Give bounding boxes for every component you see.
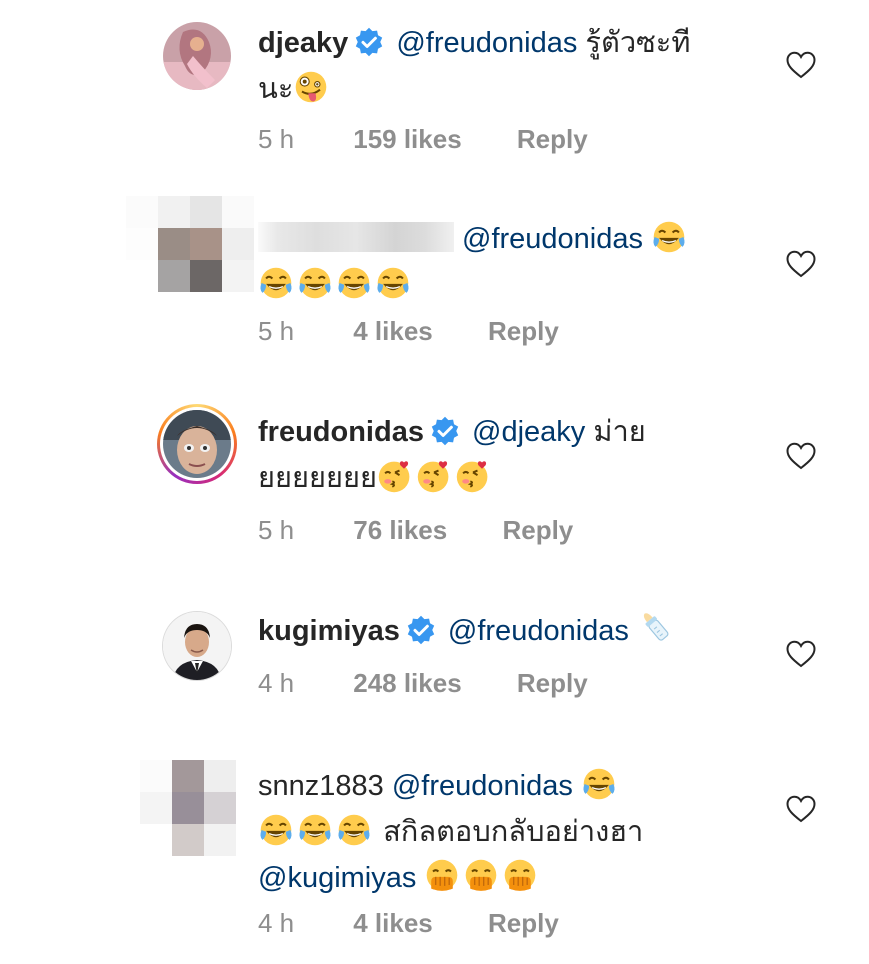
avatar[interactable] xyxy=(140,760,236,856)
joy-face-icon xyxy=(258,812,294,848)
joy-face-icon xyxy=(581,766,617,802)
joy-face-icon xyxy=(297,265,333,301)
heart-icon[interactable] xyxy=(786,795,816,823)
reply-button[interactable]: Reply xyxy=(502,515,573,546)
username[interactable]: snnz1883 xyxy=(258,770,384,802)
hand-over-mouth-face-icon xyxy=(502,858,538,894)
username[interactable]: freudonidas xyxy=(258,416,424,448)
timestamp: 4 h xyxy=(258,668,295,698)
comment-meta: 5 h 76 likes Reply xyxy=(258,515,573,546)
comment-text: kugimiyas @freudonidas xyxy=(258,608,758,654)
joy-face-icon xyxy=(375,265,411,301)
avatar[interactable] xyxy=(163,410,231,478)
joy-face-icon xyxy=(297,812,333,848)
timestamp: 5 h xyxy=(258,124,295,154)
kissing-heart-face-icon xyxy=(455,458,491,494)
reply-button[interactable]: Reply xyxy=(517,124,588,155)
comment-text-line1: ม่าย xyxy=(593,416,646,448)
joy-face-icon xyxy=(336,265,372,301)
username-redacted[interactable] xyxy=(258,222,454,252)
mention-link[interactable]: @freudonidas xyxy=(448,615,629,647)
likes-count[interactable]: 248 likes xyxy=(353,668,461,699)
timestamp: 5 h xyxy=(258,515,295,545)
mention-link[interactable]: @freudonidas xyxy=(462,223,643,255)
likes-count[interactable]: 4 likes xyxy=(353,316,433,347)
mention-link[interactable]: @freudonidas xyxy=(396,27,577,59)
comment-text-line2: นะ xyxy=(258,73,294,105)
mention-link[interactable]: @freudonidas xyxy=(392,770,573,802)
heart-icon[interactable] xyxy=(786,640,816,668)
likes-count[interactable]: 76 likes xyxy=(353,515,447,546)
reply-button[interactable]: Reply xyxy=(517,668,588,699)
mention-link[interactable]: @kugimiyas xyxy=(258,862,416,894)
hand-over-mouth-face-icon xyxy=(463,858,499,894)
baby-bottle-icon xyxy=(637,608,673,644)
comment-meta: 5 h 159 likes Reply xyxy=(258,124,588,155)
comment-text-line2: สกิลตอบกลับอย่างฮา xyxy=(383,816,644,848)
heart-icon[interactable] xyxy=(786,442,816,470)
avatar[interactable] xyxy=(163,612,231,680)
reply-button[interactable]: Reply xyxy=(488,316,559,347)
verified-badge-icon xyxy=(430,416,460,446)
kissing-heart-face-icon xyxy=(416,458,452,494)
comment-text: freudonidas @djeaky ม่าย ยยยยยยย xyxy=(258,409,758,501)
timestamp: 4 h xyxy=(258,908,295,938)
verified-badge-icon xyxy=(354,27,384,57)
avatar[interactable] xyxy=(163,22,231,90)
comment-meta: 4 h 248 likes Reply xyxy=(258,668,588,699)
likes-count[interactable]: 159 likes xyxy=(353,124,461,155)
joy-face-icon xyxy=(258,265,294,301)
comment-text-line2: ยยยยยยย xyxy=(258,462,377,494)
timestamp: 5 h xyxy=(258,316,295,346)
hand-over-mouth-face-icon xyxy=(424,858,460,894)
likes-count[interactable]: 4 likes xyxy=(353,908,433,939)
comment-meta: 4 h 4 likes Reply xyxy=(258,908,559,939)
story-ring[interactable] xyxy=(157,404,237,484)
heart-icon[interactable] xyxy=(786,250,816,278)
comment-text-line1: รู้ตัวซะที xyxy=(585,27,691,59)
username[interactable]: djeaky xyxy=(258,27,348,59)
heart-icon[interactable] xyxy=(786,51,816,79)
comment-text: snnz1883 @freudonidas สกิลตอบกลับอย่างฮา… xyxy=(258,763,758,901)
zany-face-icon xyxy=(293,69,329,105)
comment-text: djeaky @freudonidas รู้ตัวซะที นะ xyxy=(258,20,758,112)
kissing-heart-face-icon xyxy=(377,458,413,494)
reply-button[interactable]: Reply xyxy=(488,908,559,939)
username[interactable]: kugimiyas xyxy=(258,615,400,647)
comment-meta: 5 h 4 likes Reply xyxy=(258,316,559,347)
comment-text: @freudonidas xyxy=(258,216,818,308)
mention-link[interactable]: @djeaky xyxy=(472,416,585,448)
joy-face-icon xyxy=(336,812,372,848)
joy-face-icon xyxy=(651,219,687,255)
avatar[interactable] xyxy=(126,196,254,292)
verified-badge-icon xyxy=(406,615,436,645)
